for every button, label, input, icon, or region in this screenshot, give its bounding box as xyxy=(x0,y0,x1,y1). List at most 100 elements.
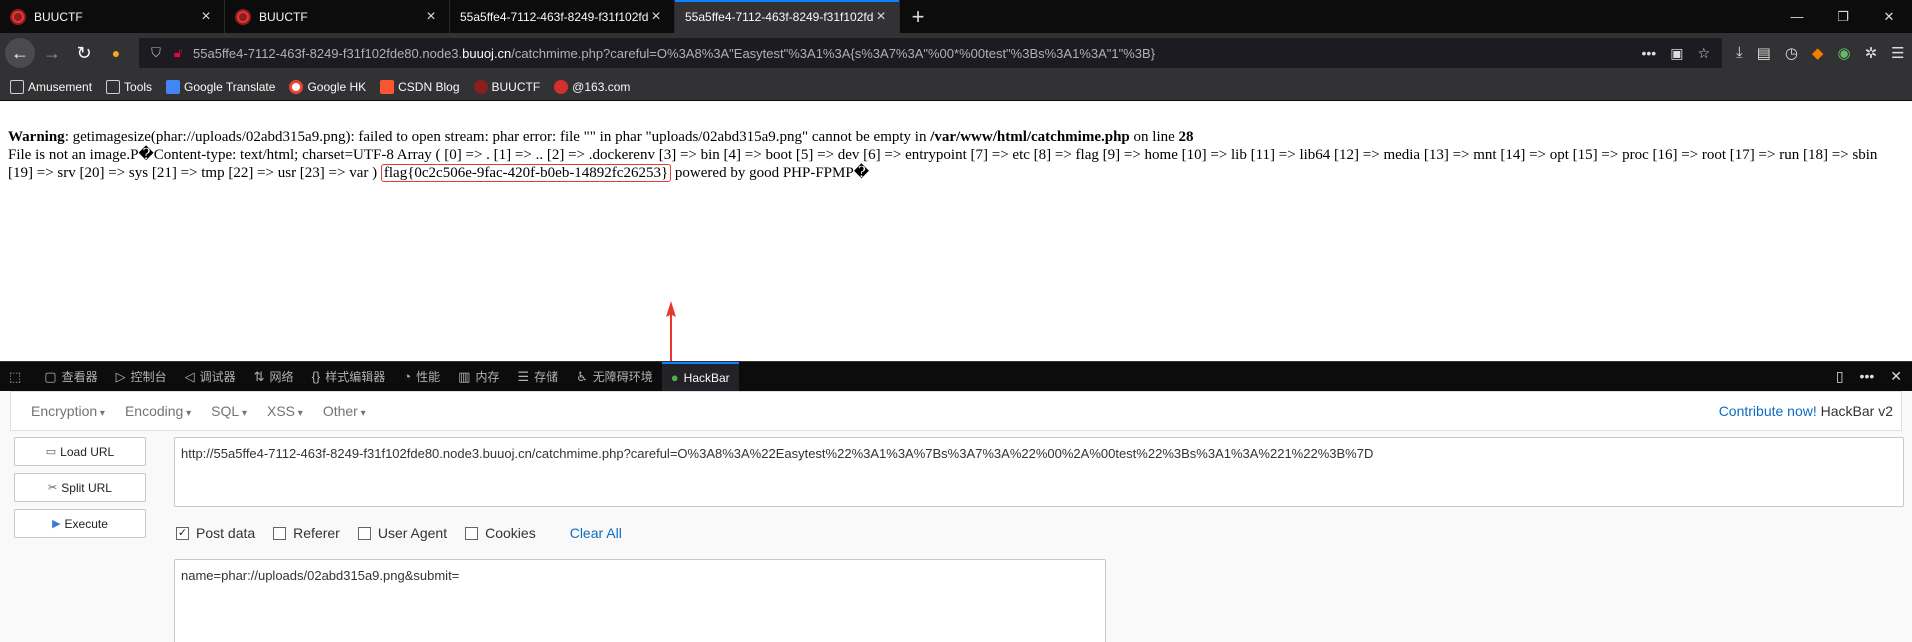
history-icon[interactable]: ◷ xyxy=(1785,44,1798,62)
warning-online: on line xyxy=(1129,129,1179,145)
checkbox-label: Referer xyxy=(293,525,340,541)
php-output: File is not an image.P�Content-type: tex… xyxy=(8,146,1904,182)
devtools-tab-console[interactable]: ▷ 控制台 xyxy=(107,362,176,392)
bookmark-163[interactable]: @163.com xyxy=(554,79,630,94)
close-icon[interactable]: × xyxy=(873,8,889,26)
browser-tab-2[interactable]: BUUCTF × xyxy=(225,0,450,33)
bookmark-tools[interactable]: Tools xyxy=(106,79,153,94)
page-actions-icon[interactable]: ••• xyxy=(1641,45,1656,62)
devtools-tab-debugger[interactable]: ◁ 调试器 xyxy=(176,362,245,392)
output-tail: powered by good PHP-FPMP� xyxy=(671,165,870,181)
tab-label: 控制台 xyxy=(130,370,167,384)
bookmark-google-translate[interactable]: Google Translate xyxy=(166,79,275,94)
devtools-pick-element[interactable]: ⬚ xyxy=(0,362,35,392)
referer-checkbox[interactable]: Referer xyxy=(273,525,340,541)
execute-button[interactable]: ▶ Execute xyxy=(14,509,146,538)
cookies-checkbox[interactable]: Cookies xyxy=(465,525,536,541)
restore-icon[interactable]: ❐ xyxy=(1820,0,1866,33)
checkbox-icon xyxy=(465,526,479,540)
devtools-tab-accessibility[interactable]: ♿︎ 无障碍环境 xyxy=(567,362,662,392)
devtools-tab-style-editor[interactable]: {} 样式编辑器 xyxy=(303,362,395,392)
devtools-close-icon[interactable]: ✕ xyxy=(1890,368,1902,385)
download-icon[interactable]: ⤓ xyxy=(1736,44,1743,62)
user-agent-checkbox[interactable]: User Agent xyxy=(357,525,447,541)
insecure-lock-icon[interactable]: 🔓︎ xyxy=(167,45,189,61)
flag-value: flag{0c2c506e-9fac-420f-b0eb-14892fc2625… xyxy=(380,164,672,182)
shield-icon[interactable]: ⛉ xyxy=(145,45,167,61)
network-icon: ⇅ xyxy=(253,368,265,384)
tab-label: 调试器 xyxy=(199,370,236,384)
devtools-tab-network[interactable]: ⇅ 网络 xyxy=(245,362,303,392)
hackbar-url-textarea[interactable]: http://55a5ffe4-7112-463f-8249-f31f102fd… xyxy=(174,437,1904,507)
csdn-icon xyxy=(380,79,395,94)
bookmark-label: Tools xyxy=(124,79,153,94)
hackbar-version-info: Contribute now! HackBar v2 xyxy=(1719,403,1901,419)
screenshot-icon[interactable]: ▤ xyxy=(1757,44,1771,62)
close-icon[interactable]: × xyxy=(648,8,664,26)
tab-label: 性能 xyxy=(416,370,441,384)
clear-all-link[interactable]: Clear All xyxy=(570,525,622,541)
bookmark-csdn[interactable]: CSDN Blog xyxy=(380,79,460,94)
menu-sql[interactable]: SQL xyxy=(211,403,247,419)
devtools-tab-inspector[interactable]: ▢ 查看器 xyxy=(35,362,106,392)
browser-tab-4[interactable]: 55a5ffe4-7112-463f-8249-f31f102fde8 × xyxy=(675,0,900,33)
tab-label: 内存 xyxy=(475,370,500,384)
close-icon[interactable]: × xyxy=(198,8,214,26)
buuctf-icon xyxy=(235,8,251,25)
url-actions: ••• ▣ ☆ xyxy=(1641,45,1716,62)
home-icon[interactable]: ● xyxy=(101,38,131,68)
menu-encryption[interactable]: Encryption xyxy=(31,403,105,419)
checkbox-checked-icon: ✓ xyxy=(176,526,189,540)
checkbox-icon xyxy=(357,526,371,540)
bookmark-star-icon[interactable]: ☆ xyxy=(1697,45,1710,62)
accessibility-icon: ♿︎ xyxy=(576,368,588,384)
hackbar-actions: ▭ Load URL ✂ Split URL ▶ Execute xyxy=(14,437,146,545)
url-text[interactable]: 55a5ffe4-7112-463f-8249-f31f102fde80.nod… xyxy=(189,46,1641,61)
devtools-tab-performance[interactable]: ◔ 性能 xyxy=(394,362,449,392)
navigation-bar: ← → ↻ ● ⛉ 🔓︎ 55a5ffe4-7112-463f-8249-f31… xyxy=(0,33,1912,73)
post-data-checkbox[interactable]: ✓ Post data xyxy=(176,525,255,541)
warning-path: /var/www/html/catchmime.php xyxy=(930,129,1130,145)
menu-icon[interactable]: ☰ xyxy=(1891,44,1904,62)
new-tab-button[interactable]: + xyxy=(900,0,936,33)
extension-toggle-icon[interactable]: ◉ xyxy=(1837,44,1850,62)
settings-gear-icon[interactable]: ✲ xyxy=(1865,44,1878,62)
close-window-icon[interactable]: ✕ xyxy=(1866,0,1912,33)
bookmark-google-hk[interactable]: Google HK xyxy=(289,79,366,94)
split-url-button[interactable]: ✂ Split URL xyxy=(14,473,146,502)
page-content: Warning: getimagesize(phar://uploads/02a… xyxy=(0,101,1912,411)
menu-other[interactable]: Other xyxy=(323,403,366,419)
back-button[interactable]: ← xyxy=(5,38,35,68)
hackbar-menu: Encryption Encoding SQL XSS Other Contri… xyxy=(10,391,1902,431)
browser-tab-1[interactable]: BUUCTF × xyxy=(0,0,225,33)
menu-xss[interactable]: XSS xyxy=(267,403,303,419)
tab-title: BUUCTF xyxy=(259,9,308,24)
close-icon[interactable]: × xyxy=(423,8,439,26)
hackbar-post-textarea[interactable]: name=phar://uploads/02abd315a9.png&submi… xyxy=(174,559,1106,642)
load-url-button[interactable]: ▭ Load URL xyxy=(14,437,146,466)
hackbar-panel: Encryption Encoding SQL XSS Other Contri… xyxy=(0,391,1912,642)
scissors-icon: ✂ xyxy=(48,482,58,494)
browser-tab-3[interactable]: 55a5ffe4-7112-463f-8249-f31f102fde8 × xyxy=(450,0,675,33)
contribute-link[interactable]: Contribute now! xyxy=(1719,403,1817,419)
minimize-icon[interactable]: — xyxy=(1774,0,1820,33)
devtools-tab-hackbar[interactable]: ● HackBar xyxy=(661,361,739,392)
pocket-icon[interactable]: ▣ xyxy=(1670,45,1683,62)
reload-button[interactable]: ↻ xyxy=(69,38,99,68)
devtools-tab-storage[interactable]: ☰ 存储 xyxy=(508,362,567,392)
devtools-tab-memory[interactable]: ▥ 内存 xyxy=(449,362,508,392)
tab-title: 55a5ffe4-7112-463f-8249-f31f102fde8 xyxy=(685,9,873,24)
devtools-menu-icon[interactable]: ••• xyxy=(1860,368,1875,385)
menu-encoding[interactable]: Encoding xyxy=(125,403,191,419)
bookmark-amusement[interactable]: Amusement xyxy=(10,79,93,94)
tab-title: 55a5ffe4-7112-463f-8249-f31f102fde8 xyxy=(460,9,648,24)
extension-fox-icon[interactable]: ◆ xyxy=(1812,44,1824,62)
performance-icon: ◔ xyxy=(403,369,412,384)
dock-icon[interactable]: ▯ xyxy=(1836,368,1844,385)
bookmark-buuctf[interactable]: BUUCTF xyxy=(473,79,540,94)
memory-icon: ▥ xyxy=(458,368,471,384)
window-controls: — ❐ ✕ xyxy=(1774,0,1912,33)
url-bar[interactable]: ⛉ 🔓︎ 55a5ffe4-7112-463f-8249-f31f102fde8… xyxy=(139,38,1722,68)
forward-button[interactable]: → xyxy=(37,38,67,68)
bookmark-label: Amusement xyxy=(28,79,93,94)
